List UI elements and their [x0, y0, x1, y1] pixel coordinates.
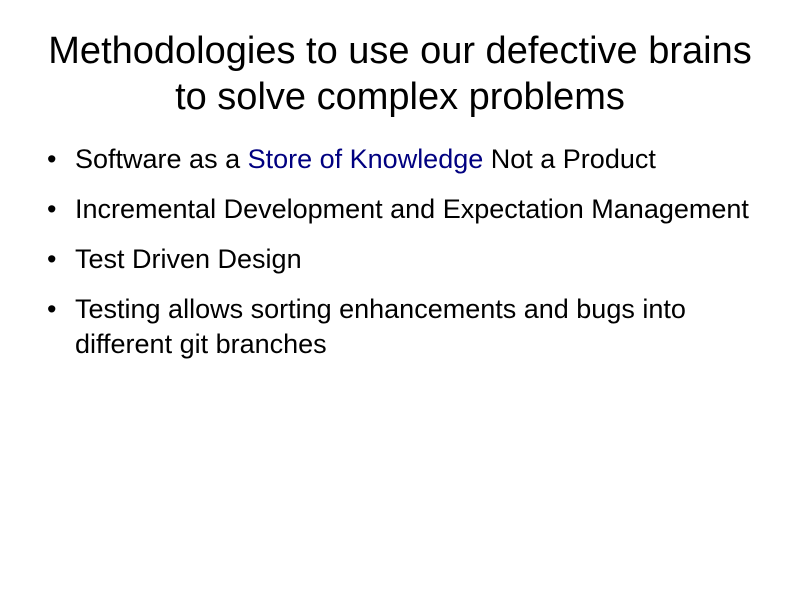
slide: Methodologies to use our defective brain… [0, 0, 800, 600]
bullet-mark: • [47, 144, 57, 174]
bullet-item: • Testing allows sorting enhancements an… [45, 292, 765, 362]
bullet-mark: • [47, 194, 57, 224]
bullet-item: • Software as a Store of Knowledge Not a… [45, 142, 765, 177]
bullet-text-after: Not a Product [483, 144, 656, 174]
bullet-item: • Incremental Development and Expectatio… [45, 192, 765, 227]
slide-title: Methodologies to use our defective brain… [48, 30, 752, 118]
bullet-list: • Software as a Store of Knowledge Not a… [45, 142, 765, 377]
bullet-text: Test Driven Design [75, 244, 302, 274]
bullet-item: • Test Driven Design [45, 242, 765, 277]
bullet-mark: • [47, 294, 57, 324]
bullet-text-before: Software as a [75, 144, 248, 174]
bullet-text: Testing allows sorting enhancements and … [75, 294, 686, 359]
bullet-mark: • [47, 244, 57, 274]
bullet-text: Incremental Development and Expectation … [75, 194, 749, 224]
bullet-highlight-store-of-knowledge: Store of Knowledge [247, 144, 484, 174]
